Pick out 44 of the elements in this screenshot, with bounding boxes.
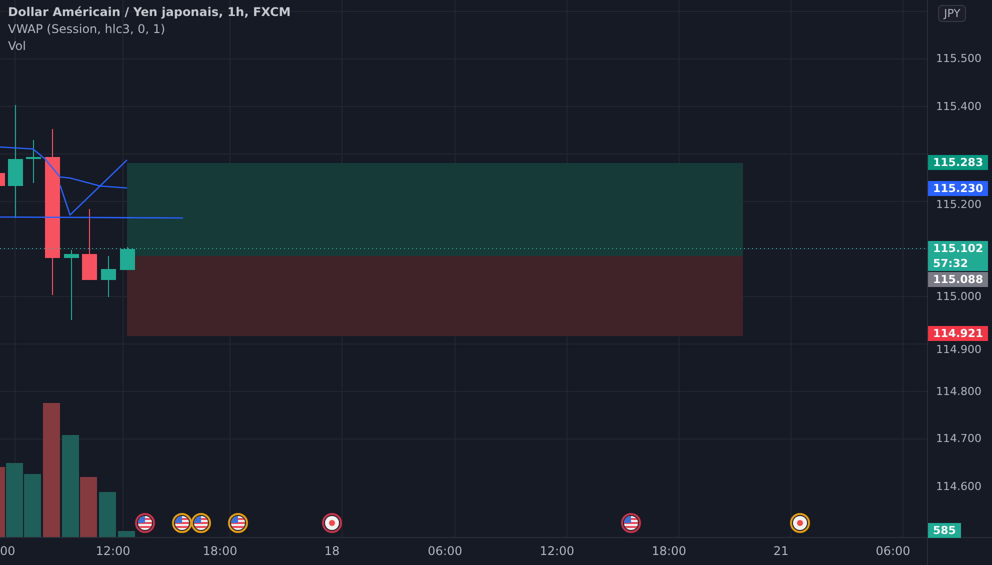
candlestick: [82, 208, 97, 280]
time-tick: 00: [0, 544, 16, 558]
volume-bar: [24, 474, 41, 537]
time-tick: 06:00: [876, 544, 910, 558]
price-tag: 115.230: [928, 181, 988, 196]
chart-title: Dollar Américain / Yen japonais, 1h, FXCM: [8, 4, 291, 21]
price-tick: 114.700: [936, 432, 982, 446]
flag-icon[interactable]: [228, 513, 248, 533]
time-tick: 12:00: [540, 544, 574, 558]
price-tick: 115.400: [936, 100, 982, 114]
candlestick: [0, 172, 5, 186]
price-tick: 115.200: [936, 198, 982, 212]
indicator-label[interactable]: VWAP (Session, hlc3, 0, 1): [8, 21, 291, 38]
price-tag: 585: [928, 523, 961, 538]
price-tick: 115.000: [936, 290, 982, 304]
price-tag: 114.921: [928, 326, 988, 341]
price-tick: 114.900: [936, 343, 982, 357]
candlestick: [26, 140, 41, 184]
flag-icon[interactable]: [191, 513, 211, 533]
volume-bar: [118, 531, 135, 537]
time-tick: 06:00: [428, 544, 462, 558]
time-tick: 18:00: [202, 544, 238, 558]
price-tick: 114.800: [936, 384, 982, 398]
indicator-label[interactable]: Vol: [8, 38, 291, 55]
price-tag: 115.088: [928, 272, 988, 287]
price-tick: 115.500: [936, 52, 982, 66]
flag-icon[interactable]: [135, 513, 155, 533]
flag-icon[interactable]: [621, 513, 641, 533]
currency-badge[interactable]: JPY: [938, 5, 966, 22]
vwap-band-line: [59, 160, 128, 216]
candlestick: [101, 256, 116, 298]
candlestick: [64, 250, 79, 320]
dot-icon[interactable]: [322, 513, 342, 533]
volume-bar: [99, 492, 116, 537]
time-tick: 18:00: [652, 544, 686, 558]
price-tag: 115.283: [928, 155, 988, 170]
time-tick: 21: [773, 544, 789, 558]
candlestick: [120, 246, 135, 270]
price-tick: 114.600: [936, 480, 982, 494]
time-tick: 18: [324, 544, 340, 558]
flag-icon[interactable]: [172, 513, 192, 533]
price-tag: 115.102 57:32: [928, 241, 988, 271]
dot-icon[interactable]: [790, 513, 810, 533]
time-tick: 12:00: [96, 544, 130, 558]
